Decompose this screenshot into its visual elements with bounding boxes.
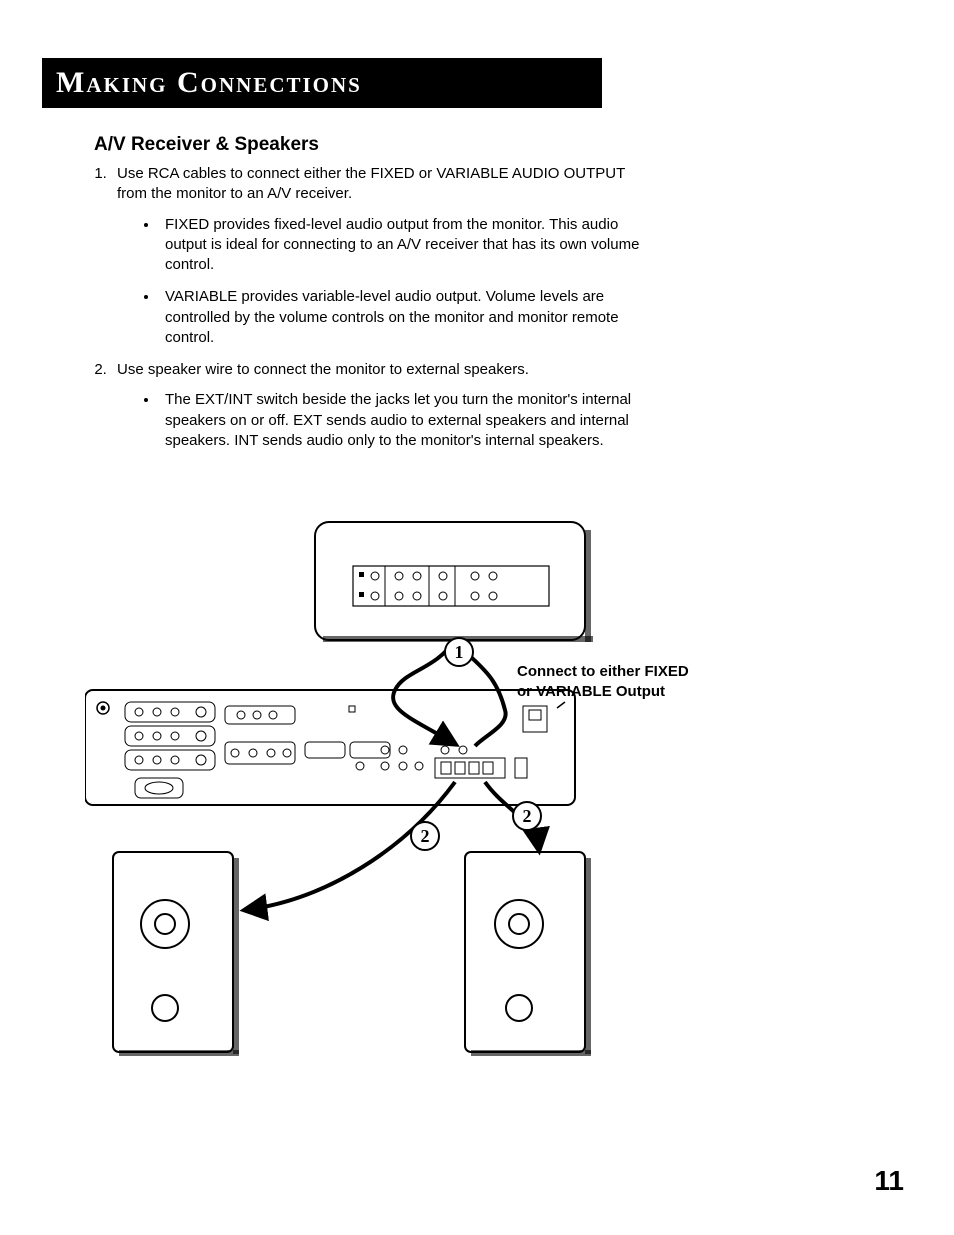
chapter-title: Making Connections [56, 66, 362, 100]
section-title: A/V Receiver & Speakers [94, 134, 319, 156]
caption-line-2: or VARIABLE Output [517, 683, 665, 700]
step-1-bullet-2: VARIABLE provides variable-level audio o… [159, 287, 643, 348]
callout-2a-number: 2 [523, 806, 532, 826]
step-1-text: Use RCA cables to connect either the FIX… [117, 165, 625, 202]
callout-1-number: 1 [455, 642, 464, 662]
step-1: Use RCA cables to connect either the FIX… [111, 164, 643, 348]
step-2-bullet-1: The EXT/INT switch beside the jacks let … [159, 390, 643, 451]
diagram-caption: Connect to either FIXED or VARIABLE Outp… [517, 662, 717, 701]
step-2-text: Use speaker wire to connect the monitor … [117, 361, 529, 378]
caption-line-1: Connect to either FIXED [517, 663, 689, 680]
connection-diagram: 1 2 2 Connect to either FIXED or VARIABL… [85, 510, 705, 1070]
chapter-header: Making Connections [42, 58, 602, 108]
step-1-bullet-1: FIXED provides fixed-level audio output … [159, 215, 643, 276]
callout-2b-number: 2 [421, 826, 430, 846]
instruction-body: Use RCA cables to connect either the FIX… [83, 164, 643, 463]
step-2: Use speaker wire to connect the monitor … [111, 360, 643, 451]
page-number: 11 [874, 1165, 904, 1197]
